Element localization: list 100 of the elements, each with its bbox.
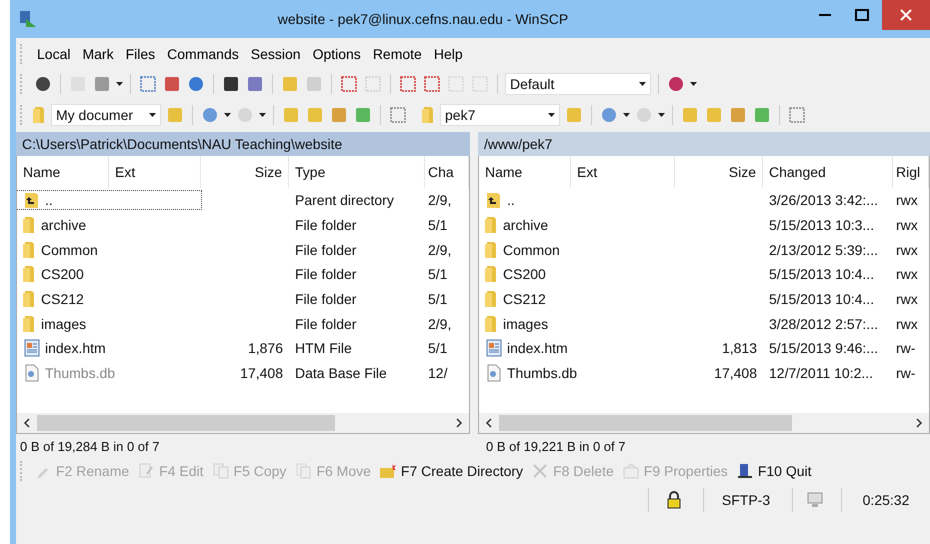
file-name-cell[interactable]: .. <box>479 191 675 210</box>
dropdown-caret-icon[interactable] <box>623 113 630 117</box>
folder-icon <box>23 266 37 282</box>
selection-summary: 0 B of 19,284 B in 0 of 7 <box>20 438 160 454</box>
folder-icon <box>485 217 499 234</box>
scrollbar-thumb[interactable] <box>499 415 792 431</box>
file-date: 2/9, <box>428 192 452 208</box>
location-combo[interactable]: My documer <box>51 104 161 126</box>
path-bar: C:\Users\Patrick\Documents\NAU Teaching\website <box>16 132 470 156</box>
column-header[interactable]: Size <box>201 156 289 188</box>
file-date: 5/15/2013 10:4... <box>769 266 874 282</box>
column-header[interactable]: Changed <box>763 156 893 188</box>
file-name-cell[interactable]: archive <box>479 217 675 234</box>
column-header[interactable]: Ext <box>109 156 201 188</box>
file-type: File folder <box>295 217 356 234</box>
dropdown-caret-icon[interactable] <box>639 82 646 86</box>
file-date: 3/28/2012 2:57:... <box>769 316 878 332</box>
file-date: 5/1 <box>428 217 448 234</box>
file-date: 12/7/2011 10:2... <box>769 365 874 382</box>
menu-item[interactable]: Commands <box>163 44 243 64</box>
menu-item[interactable]: Mark <box>78 44 118 64</box>
column-header[interactable]: Name <box>17 156 109 188</box>
dropdown-caret-icon[interactable] <box>116 82 123 86</box>
cross-icon <box>531 462 550 480</box>
folder-icon <box>485 291 499 308</box>
column-header[interactable]: Name <box>479 156 571 188</box>
file-type: Parent directory <box>295 192 394 208</box>
properties-icon <box>622 462 640 480</box>
file-rights: rw- <box>896 365 916 382</box>
file-rights: rw- <box>896 340 916 356</box>
file-rights: rwx <box>896 291 918 308</box>
move-documents-icon <box>294 462 312 480</box>
file-name-cell[interactable]: .. <box>17 191 201 210</box>
folder-icon <box>23 291 37 308</box>
file-name-cell[interactable]: index.htm <box>479 339 675 358</box>
folder-icon <box>422 107 436 123</box>
close-button[interactable] <box>882 0 930 30</box>
file-name-cell[interactable]: Thumbs.db <box>479 364 675 382</box>
file-rights: rwx <box>896 217 918 234</box>
file-name-cell[interactable]: images <box>479 316 675 332</box>
file-rights: rwx <box>896 266 918 282</box>
command-button[interactable]: F10 Quit <box>732 462 815 480</box>
menu-item[interactable]: Options <box>308 44 365 64</box>
file-name-cell[interactable]: index.htm <box>17 339 201 358</box>
file-name-cell[interactable]: CS212 <box>479 291 675 308</box>
folder-icon <box>23 316 37 332</box>
folder-icon <box>23 242 37 258</box>
file-size: 1,813 <box>722 340 757 356</box>
file-rights: rwx <box>896 316 918 332</box>
column-header[interactable]: Type <box>289 156 425 188</box>
column-header[interactable]: Ext <box>571 156 675 188</box>
dropdown-caret-icon[interactable] <box>658 113 665 117</box>
scrollbar-thumb[interactable] <box>37 415 336 431</box>
folder-icon <box>33 107 47 123</box>
new-folder-icon <box>378 462 397 480</box>
dropdown-caret-icon[interactable] <box>149 113 156 117</box>
transfer-profile-combo[interactable]: Default <box>505 73 651 95</box>
web-page-icon <box>23 339 41 358</box>
dropdown-caret-icon[interactable] <box>259 113 266 117</box>
file-name-cell[interactable]: images <box>17 316 201 332</box>
location-combo[interactable]: pek7 <box>440 104 560 126</box>
file-date: 5/15/2013 9:46:... <box>769 340 878 356</box>
padlock-icon <box>667 491 681 509</box>
file-date: 5/15/2013 10:4... <box>769 291 874 308</box>
menu-item[interactable]: Session <box>246 44 305 64</box>
file-name-cell[interactable]: Thumbs.db <box>17 364 201 382</box>
file-date: 2/9, <box>428 316 452 332</box>
menu-item[interactable]: Remote <box>368 44 426 64</box>
folder-icon <box>485 266 499 282</box>
file-name-cell[interactable]: CS200 <box>17 266 201 282</box>
file-type: File folder <box>295 242 356 258</box>
menu-item[interactable]: Files <box>122 44 160 64</box>
path-bar: /www/pek7 <box>478 132 930 156</box>
file-type: File folder <box>295 291 356 308</box>
folder-icon <box>23 217 37 234</box>
file-type: HTM File <box>295 340 352 356</box>
file-date: 2/9, <box>428 242 452 258</box>
app-logo-icon <box>18 9 38 29</box>
file-date: 3/26/2013 3:42:... <box>769 192 878 208</box>
column-header[interactable]: Size <box>675 156 763 188</box>
elapsed-time: 0:25:32 <box>862 492 910 508</box>
file-type: Data Base File <box>295 365 387 382</box>
file-size: 1,876 <box>248 340 283 356</box>
file-name-cell[interactable]: archive <box>17 217 201 234</box>
file-name-cell[interactable]: CS212 <box>17 291 201 308</box>
file-name-cell[interactable]: CS200 <box>479 266 675 282</box>
column-header[interactable]: Rigl <box>893 156 929 188</box>
dropdown-caret-icon[interactable] <box>690 82 697 86</box>
menu-item[interactable]: Local <box>33 44 74 64</box>
file-rights: rwx <box>896 192 918 208</box>
command-button[interactable]: F7 Create Directory <box>376 462 526 480</box>
dropdown-caret-icon[interactable] <box>224 113 231 117</box>
column-header[interactable]: Cha <box>425 156 469 188</box>
folder-icon <box>485 316 499 332</box>
file-name-cell[interactable]: Common <box>479 242 675 258</box>
menu-item[interactable]: Help <box>430 44 467 64</box>
file-size: 17,408 <box>714 365 757 382</box>
close-icon <box>900 9 912 21</box>
file-name-cell[interactable]: Common <box>17 242 201 258</box>
dropdown-caret-icon[interactable] <box>548 113 555 117</box>
